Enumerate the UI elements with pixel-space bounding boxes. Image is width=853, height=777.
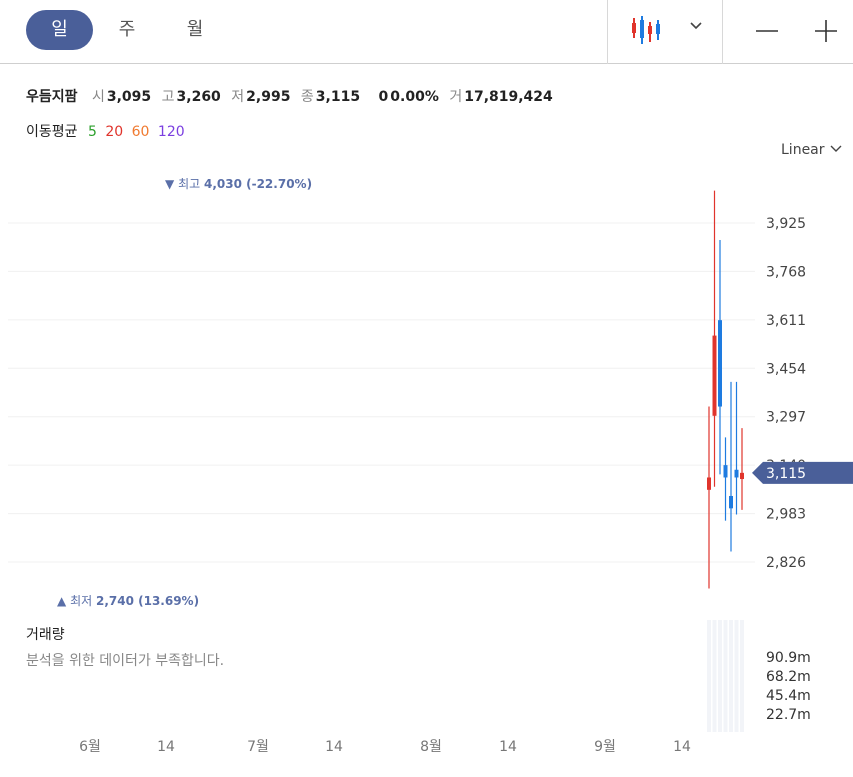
current-price-label: 3,115 [766,466,806,482]
top-toolbar: 일 주 월 [0,0,853,64]
price-axis: 3,925 3,768 3,611 3,454 3,297 3,140 2,983 2,826 [766,216,806,571]
minus-icon [756,30,778,32]
volume-tick-label: 68.2m [766,669,811,685]
price-tick-label: 3,925 [766,216,806,232]
volume-axis: 90.9m 68.2m 45.4m 22.7m [766,650,811,723]
candle-body [734,469,739,478]
volume-column [712,620,717,732]
volume-column [729,620,733,732]
ma-60: 60 [131,124,150,140]
volume-column [707,620,711,732]
moving-average-label: 이동평균 [26,124,78,140]
date-tick-label: 14 [499,739,517,755]
high-marker-value: 4,030 (-22.70%) [204,177,312,191]
high-marker: ▼ 최고 4,030 (-22.70%) [165,177,312,191]
high-marker-label: 최고 [178,177,200,191]
tab-weekly[interactable]: 주 [102,10,152,50]
low-marker-symbol: ▲ [57,594,67,608]
zoom-out-button[interactable] [750,14,784,48]
volume-column [740,620,744,732]
volume-column [734,620,739,732]
candle-body [723,465,728,478]
toolbar-divider [607,0,608,64]
volume-columns [707,620,744,732]
date-axis: 6월 14 7월 14 8월 14 9월 14 [79,739,691,755]
price-tick-label: 3,297 [766,410,806,426]
ma-5: 5 [87,124,97,140]
low-value: 2,995 [246,89,291,105]
scale-mode-value: Linear [781,142,825,158]
price-tick-label: 3,454 [766,361,806,377]
tab-monthly[interactable]: 월 [170,10,220,50]
date-tick-label: 7월 [247,739,269,755]
candle-body [707,477,711,490]
zoom-in-button[interactable] [809,14,843,48]
price-tick-label: 3,768 [766,264,806,280]
candle-body [729,495,733,509]
date-tick-label: 14 [157,739,175,755]
candles [707,190,744,589]
volume-tick-label: 45.4m [766,688,811,704]
current-price-tag: 3,115 [752,461,853,484]
grid-lines [8,222,755,563]
candlestick-icon [632,16,660,44]
date-tick-label: 9월 [594,739,616,755]
close-label: 종 [300,89,314,105]
low-label: 저 [231,89,245,105]
price-tick-label: 3,611 [766,313,806,329]
price-tick-label: 2,983 [766,507,806,523]
plus-icon [815,20,837,42]
price-tick-label: 3,140 [766,458,806,474]
price-tick-label: 2,826 [766,555,806,571]
toolbar-divider [722,0,723,64]
date-tick-label: 6월 [79,739,101,755]
date-tick-label: 14 [673,739,691,755]
low-marker-value: 2,740 (13.69%) [96,594,199,608]
moving-average-legend: 이동평균 5 20 60 120 [26,121,189,141]
chevron-down-icon [830,145,842,152]
high-label: 고 [161,89,175,105]
open-value: 3,095 [106,89,152,105]
low-marker: ▲ 최저 2,740 (13.69%) [57,594,199,608]
stock-name: 우듬지팜 [26,89,78,105]
candle-body [718,320,722,407]
volume-column [723,620,728,732]
volume-title: 거래량 [26,627,65,643]
tab-daily[interactable]: 일 [26,10,93,50]
change-percent: 0.00% [390,89,439,105]
open-label: 시 [91,89,105,105]
low-marker-label: 최저 [70,594,92,608]
volume-label: 거 [449,89,463,105]
date-tick-label: 14 [325,739,343,755]
price-summary: 우듬지팜 시 3,095 고 3,260 저 2,995 종 3,115 0 0.00% … [26,86,559,106]
volume-value: 17,819,424 [464,89,553,105]
scale-mode-select[interactable]: Linear [781,140,843,158]
volume-tick-label: 90.9m [766,650,811,666]
chevron-down-icon [690,22,702,30]
ma-120: 120 [157,124,185,140]
high-marker-symbol: ▼ [165,177,175,191]
high-value: 3,260 [176,89,221,105]
volume-column [718,620,722,732]
close-value: 3,115 [315,89,361,105]
candle-body [712,335,717,416]
change-value: 0 [378,89,389,105]
volume-tick-label: 22.7m [766,707,811,723]
candle-body [740,472,744,480]
date-tick-label: 8월 [420,739,442,755]
volume-empty-message: 분석을 위한 데이터가 부족합니다. [26,653,225,669]
chart-type-button[interactable] [628,14,708,48]
ma-20: 20 [105,124,124,140]
